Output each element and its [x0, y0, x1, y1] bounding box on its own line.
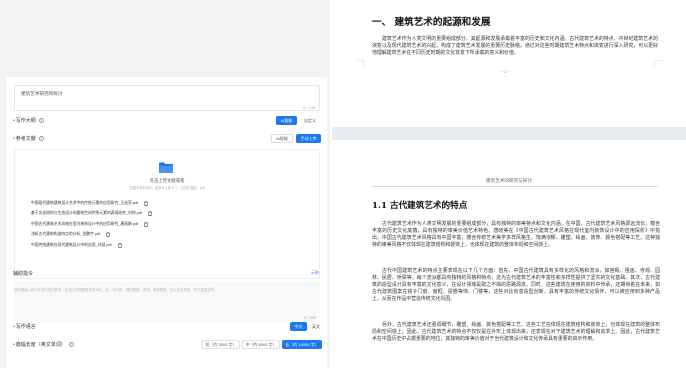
page-separator	[332, 127, 686, 140]
reference-file-item: 中国古代建筑艺术风格在室内装饰设计中的应用研究_唐丽娟.pdf	[31, 219, 152, 230]
references-upload-area[interactable]: 点击上传文献或者 仅限于学术资料，最多可上传 5 个，支持扩展名：pdf 中国现…	[14, 149, 320, 279]
paper-form: 建筑艺术研究和探讨 9 / 100 •写作大纲? AI智能 自定义 •参考文献?…	[6, 77, 327, 368]
reference-file-item: 中国现代建筑建筑设计艺术中的传统元素的应用研究_王宏亮.pdf	[31, 198, 152, 209]
trash-icon[interactable]	[147, 211, 152, 217]
title-char-counter: 9 / 100	[303, 105, 316, 110]
help-icon[interactable]: ?	[38, 117, 44, 123]
prompt-char-counter: 0 / 500	[304, 315, 317, 320]
paper-form-panel: 建筑艺术研究和探讨 9 / 100 •写作大纲? AI智能 自定义 •参考文献?…	[0, 0, 330, 368]
language-label: •写作语言	[13, 324, 36, 330]
body-paragraph: 古代建筑艺术作为人类文明发展的重要组成部分，具有独特的审美特点和文化内涵。在中国…	[372, 222, 660, 249]
outline-ai-button[interactable]: AI智能	[276, 116, 297, 125]
length-short-button[interactable]: 短（约 3000 字）	[202, 340, 240, 349]
intro-paragraph: 建筑艺术作为人类文明的重要组成部分，其起源和发展承载着丰富的历史和文化内涵。古代…	[372, 37, 658, 57]
running-header: 建筑艺术的研究与探讨	[486, 178, 532, 183]
document-preview: 一、 建筑艺术的起源和发展 建筑艺术作为人类文明的重要组成部分，其起源和发展承载…	[332, 0, 686, 368]
prompt-textarea[interactable]: 请详细输入你对生成内容的要求，比如文章需要更加学术化、论、可分析、理论数据、表述…	[14, 281, 320, 321]
references-upload-button[interactable]: 手动上传	[296, 134, 321, 143]
trash-icon[interactable]	[144, 221, 149, 227]
reference-file-item: 基于文化结构与生态设计的建筑空间传统元素的表现研究_刘帅.pdf	[31, 209, 152, 220]
reference-file-list: 中国现代建筑建筑设计艺术中的传统元素的应用研究_王宏亮.pdf 基于文化结构与生…	[31, 198, 152, 251]
page-corner-mark	[356, 60, 364, 68]
length-label: •篇幅长度（英文单词）?	[13, 341, 74, 348]
help-icon[interactable]: ?	[68, 341, 74, 347]
language-zh-button[interactable]: 中文	[290, 322, 307, 331]
reference-file-item: 浅析古代建筑构造特点的分析_张鹏宇.pdf	[31, 230, 152, 241]
upload-title[interactable]: 点击上传文献或者	[15, 178, 319, 184]
prompt-placeholder: 请详细输入你对生成内容的要求，比如文章需要更加学术化、论、可分析、理论数据、表述…	[14, 288, 215, 292]
length-long-button[interactable]: 长（约 10000 字）	[282, 340, 322, 349]
outline-custom-button[interactable]: 自定义	[300, 116, 320, 125]
trash-icon[interactable]	[106, 232, 111, 238]
length-medium-button[interactable]: 中（约 6000 字）	[242, 340, 280, 349]
page-corner-mark	[654, 60, 662, 68]
trash-icon[interactable]	[144, 200, 149, 206]
language-en-button[interactable]: 英文	[308, 322, 324, 331]
references-label: •参考文献?	[13, 135, 44, 142]
references-ai-button[interactable]: AI智能	[271, 134, 293, 143]
body-paragraph: 古代中国建筑艺术的特点主要表现在以下几个方面：首先，中国古代建筑具有多样化的风格…	[372, 269, 660, 303]
paper-title-value: 建筑艺术研究和探讨	[21, 91, 63, 96]
upload-tip: 仅限于学术资料，最多可上传 5 个，支持扩展名：pdf	[129, 186, 205, 190]
help-icon[interactable]: ?	[38, 135, 44, 141]
reference-file-item: 中国传统建筑在现代建筑设计中的应用_刘慧.pdf	[31, 240, 152, 251]
folder-icon	[159, 162, 173, 173]
body-paragraph: 另外，古代建筑艺术还强调细节，雕塑、绘画、颜色搭配等工艺，这些工艺在体现在建筑结…	[372, 323, 660, 343]
outline-label: •写作大纲?	[13, 117, 44, 124]
section-heading: 一、 建筑艺术的起源和发展	[372, 17, 491, 28]
sub-heading: 1.1 古代建筑艺术的特点	[372, 201, 468, 211]
header-rule	[372, 186, 658, 187]
trash-icon[interactable]	[117, 242, 122, 248]
prompt-example-link[interactable]: 示例	[311, 271, 319, 276]
paper-title-input[interactable]: 建筑艺术研究和探讨	[14, 85, 320, 111]
prompt-label: 辅助指令	[13, 271, 34, 277]
page-number: -- 1 --	[500, 69, 511, 74]
